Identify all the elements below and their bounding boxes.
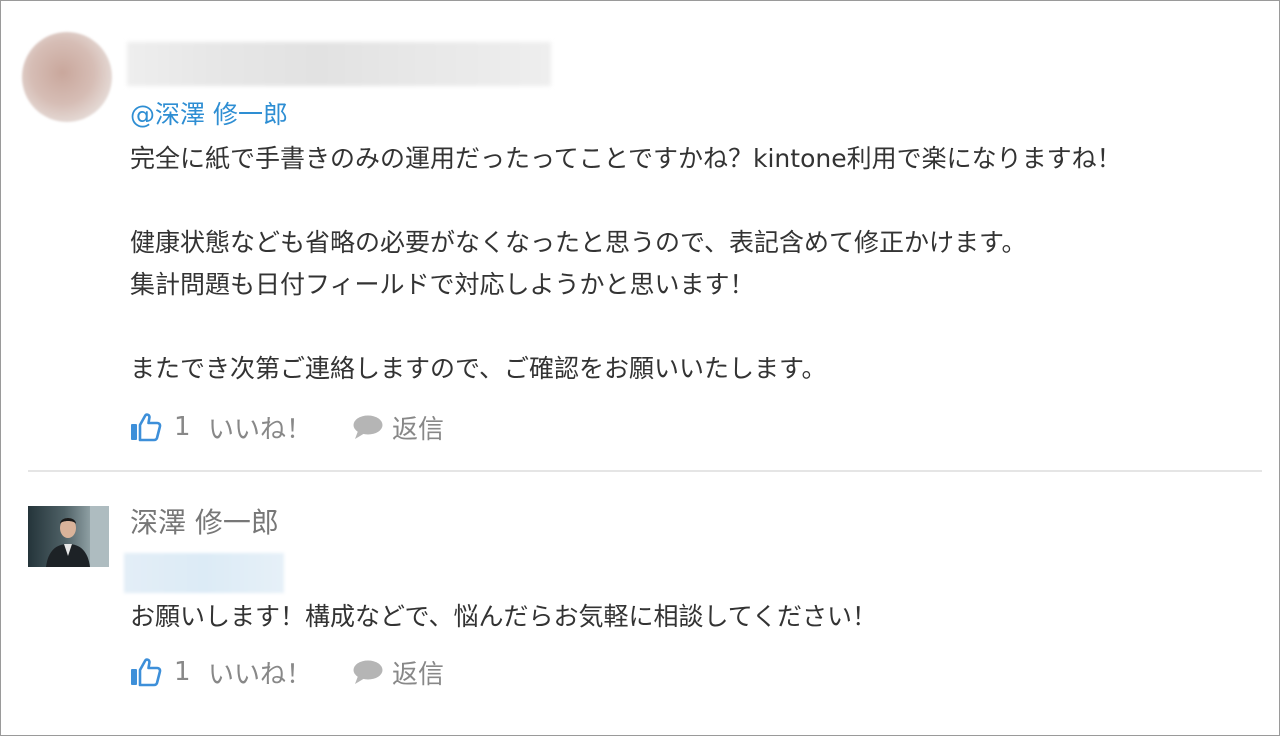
comment-body: お願いします！構成などで、悩んだらお気軽に相談してください！ xyxy=(130,602,878,631)
comment-item: @深澤 修一郎 完全に紙で手書きのみの運用だったってことですかね？kintone… xyxy=(1,1,1279,471)
thumbs-up-icon[interactable] xyxy=(130,657,162,687)
comment-actions: 1 いいね！ 返信 xyxy=(130,407,444,447)
author-name[interactable]: 深澤 修一郎 xyxy=(130,503,279,543)
divider xyxy=(28,470,1262,472)
reply-button[interactable]: 返信 xyxy=(352,409,444,446)
like-button[interactable]: いいね！ xyxy=(208,654,312,691)
avatar[interactable] xyxy=(28,506,109,567)
redacted-author-name xyxy=(127,42,551,86)
comment-text-line: またでき次第ご連絡しますので、ご確認をお願いいたします。 xyxy=(130,354,827,383)
speech-bubble-icon xyxy=(352,659,384,685)
avatar[interactable] xyxy=(22,32,112,122)
comment-body: 完全に紙で手書きのみの運用だったってことですかね？kintone利用で楽になりま… xyxy=(130,138,1122,390)
like-count: 1 xyxy=(174,412,191,442)
thumbs-up-icon[interactable] xyxy=(130,412,162,442)
comment-thread: @深澤 修一郎 完全に紙で手書きのみの運用だったってことですかね？kintone… xyxy=(0,0,1280,736)
speech-bubble-icon xyxy=(352,414,384,440)
mention-link[interactable]: @深澤 修一郎 xyxy=(130,97,288,133)
comment-text-line: 健康状態なども省略の必要がなくなったと思うので、表記含めて修正かけます。 xyxy=(130,228,1027,257)
comment-text-line: 集計問題も日付フィールドで対応しようかと思います！ xyxy=(130,270,755,299)
comment-text-line: 完全に紙で手書きのみの運用だったってことですかね？kintone利用で楽になりま… xyxy=(130,144,1122,173)
like-count: 1 xyxy=(174,657,191,687)
like-button[interactable]: いいね！ xyxy=(208,409,312,446)
reply-label: 返信 xyxy=(392,414,445,445)
reply-label: 返信 xyxy=(392,659,445,690)
comment-actions: 1 いいね！ 返信 xyxy=(130,652,444,692)
reply-button[interactable]: 返信 xyxy=(352,654,444,691)
redacted-author-info xyxy=(124,553,284,593)
